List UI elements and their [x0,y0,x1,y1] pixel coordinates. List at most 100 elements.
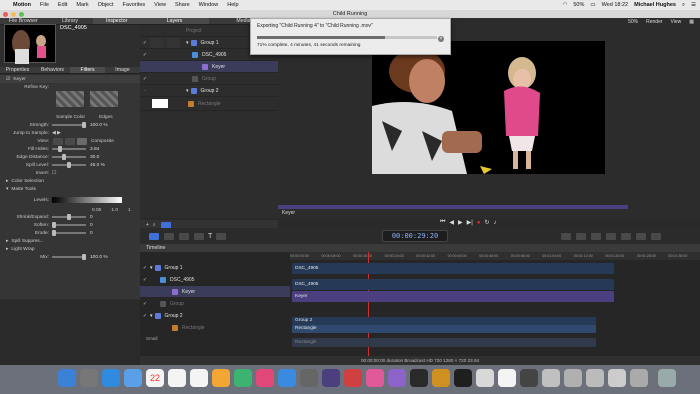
view-popup[interactable]: View [671,19,682,25]
timeline-track-group[interactable]: ✓ Group [140,298,290,310]
view-composite-button[interactable] [77,137,87,145]
replicate-button[interactable] [636,233,646,240]
mix-slider[interactable] [52,254,86,260]
menu-favorites[interactable]: Favorites [123,2,146,8]
timeline-ruler[interactable]: 00:00:00:00 00:00:08:00 00:00:16:00 00:00:2… [290,252,700,260]
shrink-value[interactable]: 0 [90,215,112,220]
shrink-slider[interactable] [52,214,86,220]
timeline-bar-group-1[interactable]: DSC_4905 [292,263,614,274]
play-icon[interactable]: ▶ [458,219,463,226]
app-icon[interactable] [498,369,516,387]
trash-icon[interactable] [658,369,676,387]
view-original-button[interactable] [65,137,75,145]
levels-gamma[interactable]: 1.0 [111,208,118,213]
jump-next-icon[interactable]: ▶ [57,131,61,136]
folder-icon[interactable] [564,369,582,387]
timecode-display[interactable]: 00:00:29:20 [382,230,448,242]
timeline-bar-rectangle[interactable]: Rectangle [292,325,596,333]
strength-value[interactable]: 100.0 % [90,123,112,128]
levels-black[interactable]: 0.05 [92,208,101,213]
levels-white[interactable]: 1 [128,208,131,213]
menu-view[interactable]: View [154,2,166,8]
motion-icon[interactable] [322,369,340,387]
menu-mark[interactable]: Mark [76,2,88,8]
tab-properties[interactable]: Properties [0,67,35,73]
erode-slider[interactable] [52,230,86,236]
edges-well[interactable] [90,91,118,107]
filters-button[interactable] [591,233,601,240]
fill-holes-slider[interactable] [52,146,86,152]
layer-checkbox[interactable]: ✓ [140,52,150,58]
behaviors-button[interactable] [576,233,586,240]
close-window-button[interactable] [3,11,8,17]
app-icon[interactable] [410,369,428,387]
soften-value[interactable]: 0 [90,223,112,228]
timeline-track-rectangle[interactable]: Rectangle [140,322,290,334]
layer-checkbox[interactable]: ✓ [140,40,150,46]
timeline-track-dsc4905[interactable]: ✓ DSC_4905 [140,274,290,286]
layer-row-rectangle[interactable]: Rectangle [140,97,278,111]
checkbox-keyer[interactable]: ☑ [6,77,10,82]
tab-filters[interactable]: Filters [70,67,105,73]
menu-file[interactable]: File [40,2,49,8]
battery-percent[interactable]: 50% [573,2,584,8]
menu-share[interactable]: Share [175,2,190,8]
itunes-icon[interactable] [256,369,274,387]
color-selection-header[interactable]: ▸ Color Selection [0,177,140,185]
reminders-icon[interactable] [190,369,208,387]
menu-help[interactable]: Help [227,2,238,8]
layout-icon[interactable]: ▦ [689,19,694,25]
folder-icon[interactable] [542,369,560,387]
menu-motion[interactable]: Motion [13,2,31,8]
document-icon[interactable] [608,369,626,387]
cancel-export-icon[interactable]: × [438,36,444,42]
compressor-icon[interactable] [366,369,384,387]
soften-slider[interactable] [52,222,86,228]
text-tool-icon[interactable]: T [208,233,212,240]
record-icon[interactable]: ● [477,220,481,226]
disclosure-down-icon[interactable]: ▾ [186,88,189,94]
generators-button[interactable] [606,233,616,240]
view-matte-button[interactable] [53,137,63,145]
tab-layers[interactable]: Layers [140,18,209,24]
photos-icon[interactable] [212,369,230,387]
minimize-window-button[interactable] [11,11,16,17]
final-cut-icon[interactable] [344,369,362,387]
invert-checkbox[interactable]: ☐ [52,171,56,176]
messages-icon[interactable] [234,369,252,387]
track-checkbox[interactable]: ✓ [140,313,150,319]
strength-slider[interactable] [52,122,86,128]
tab-behaviors[interactable]: Behaviors [35,67,70,73]
battery-icon[interactable]: ▭ [590,2,595,8]
make-particles-button[interactable] [621,233,631,240]
track-checkbox[interactable]: ✓ [140,301,150,307]
zoom-window-button[interactable] [19,11,24,17]
app-icon[interactable] [454,369,472,387]
spill-level-value[interactable]: 46.0 % [90,163,112,168]
shape-tool-button[interactable] [179,233,189,240]
jump-prev-icon[interactable]: ◀ [52,131,56,136]
timeline-track-group-2[interactable]: ✓ ▾ Group 2 [140,310,290,322]
loop-icon[interactable]: ↻ [484,219,489,226]
erode-value[interactable]: 0 [90,231,112,236]
finder-icon[interactable] [58,369,76,387]
levels-gradient[interactable] [52,197,122,203]
mask-tool-button[interactable] [216,233,227,240]
spill-level-slider[interactable] [52,162,86,168]
mail-icon[interactable] [124,369,142,387]
menu-window[interactable]: Window [199,2,219,8]
disclosure-down-icon[interactable]: ▾ [186,40,189,46]
layer-row-keyer[interactable]: Keyer [140,61,278,73]
edge-distance-slider[interactable] [52,154,86,160]
menu-object[interactable]: Object [98,2,114,8]
app-icon[interactable] [520,369,538,387]
notes-icon[interactable] [168,369,186,387]
timeline-track-group-1[interactable]: ✓ ▾ Group 1 [140,262,290,274]
tab-image[interactable]: Image [105,67,140,73]
pan-tool-button[interactable] [164,233,174,240]
user-name[interactable]: Michael Hughes [634,2,676,8]
zoom-popup[interactable]: 50% [628,19,638,25]
mini-timeline-bar[interactable] [278,205,628,209]
fill-holes-value[interactable]: 3.84 [90,147,112,152]
document-icon[interactable] [586,369,604,387]
